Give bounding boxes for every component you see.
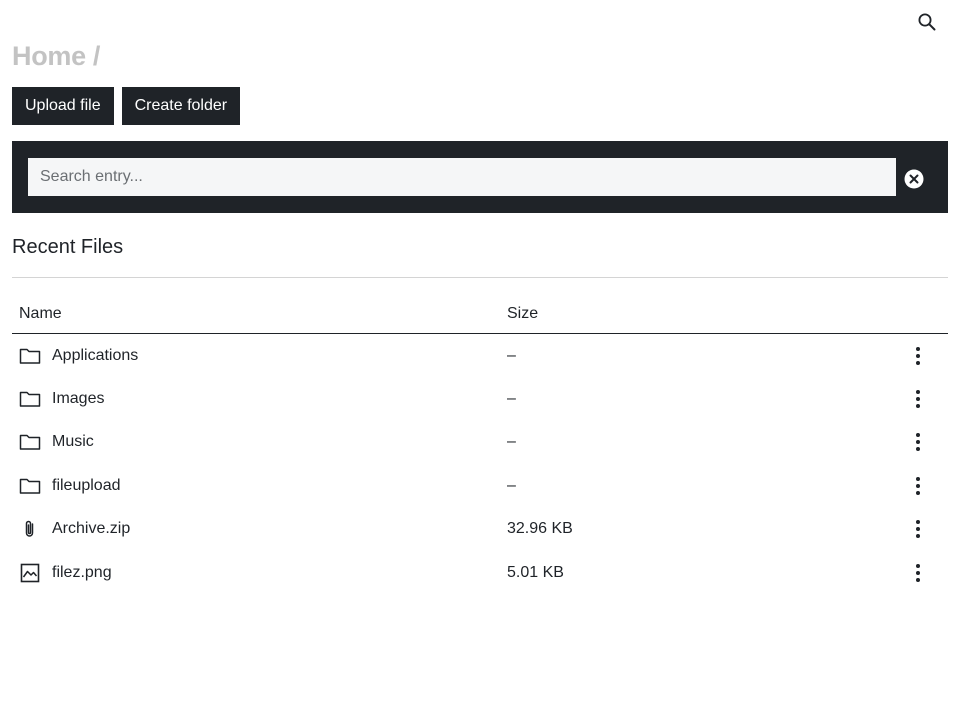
search-input[interactable] <box>28 158 896 196</box>
column-header-name[interactable]: Name <box>12 305 500 323</box>
folder-icon <box>19 345 41 367</box>
file-name[interactable]: Images <box>52 390 104 408</box>
action-bar: Upload file Create folder <box>12 87 241 125</box>
folder-icon <box>19 431 41 453</box>
column-header-size[interactable]: Size <box>500 305 880 323</box>
more-options-icon[interactable] <box>910 388 926 410</box>
more-options-icon[interactable] <box>910 518 926 540</box>
more-options-icon[interactable] <box>910 431 926 453</box>
breadcrumb-separator: / <box>92 40 101 71</box>
upload-file-button[interactable]: Upload file <box>12 87 114 125</box>
file-name[interactable]: fileupload <box>52 477 121 495</box>
files-table: Name Size Applications – Images – Music … <box>12 294 948 594</box>
file-size: – <box>507 476 516 494</box>
search-icon[interactable] <box>914 9 940 35</box>
table-row[interactable]: Applications – <box>12 334 948 377</box>
file-size: 32.96 KB <box>507 520 573 538</box>
folder-icon <box>19 475 41 497</box>
search-panel <box>12 141 948 213</box>
table-row[interactable]: fileupload – <box>12 464 948 507</box>
file-name[interactable]: Applications <box>52 347 138 365</box>
section-title: Recent Files <box>12 236 124 258</box>
folder-icon <box>19 388 41 410</box>
file-name[interactable]: Archive.zip <box>52 520 130 538</box>
close-circle-icon[interactable] <box>904 169 924 189</box>
table-row[interactable]: Music – <box>12 421 948 464</box>
file-size: – <box>507 433 516 451</box>
paperclip-icon <box>19 518 41 540</box>
more-options-icon[interactable] <box>910 475 926 497</box>
divider <box>12 277 948 278</box>
create-folder-button[interactable]: Create folder <box>121 87 241 125</box>
breadcrumb: Home / <box>12 40 100 72</box>
more-options-icon[interactable] <box>910 562 926 584</box>
more-options-icon[interactable] <box>910 345 926 367</box>
image-icon <box>19 562 41 584</box>
table-row[interactable]: Images – <box>12 377 948 420</box>
table-row[interactable]: filez.png 5.01 KB <box>12 551 948 594</box>
breadcrumb-home[interactable]: Home <box>12 41 86 72</box>
table-row[interactable]: Archive.zip 32.96 KB <box>12 508 948 551</box>
file-name[interactable]: filez.png <box>52 564 112 582</box>
table-header: Name Size <box>12 294 948 334</box>
file-size: 5.01 KB <box>507 563 564 581</box>
file-size: – <box>507 346 516 364</box>
file-name[interactable]: Music <box>52 433 94 451</box>
file-size: – <box>507 390 516 408</box>
